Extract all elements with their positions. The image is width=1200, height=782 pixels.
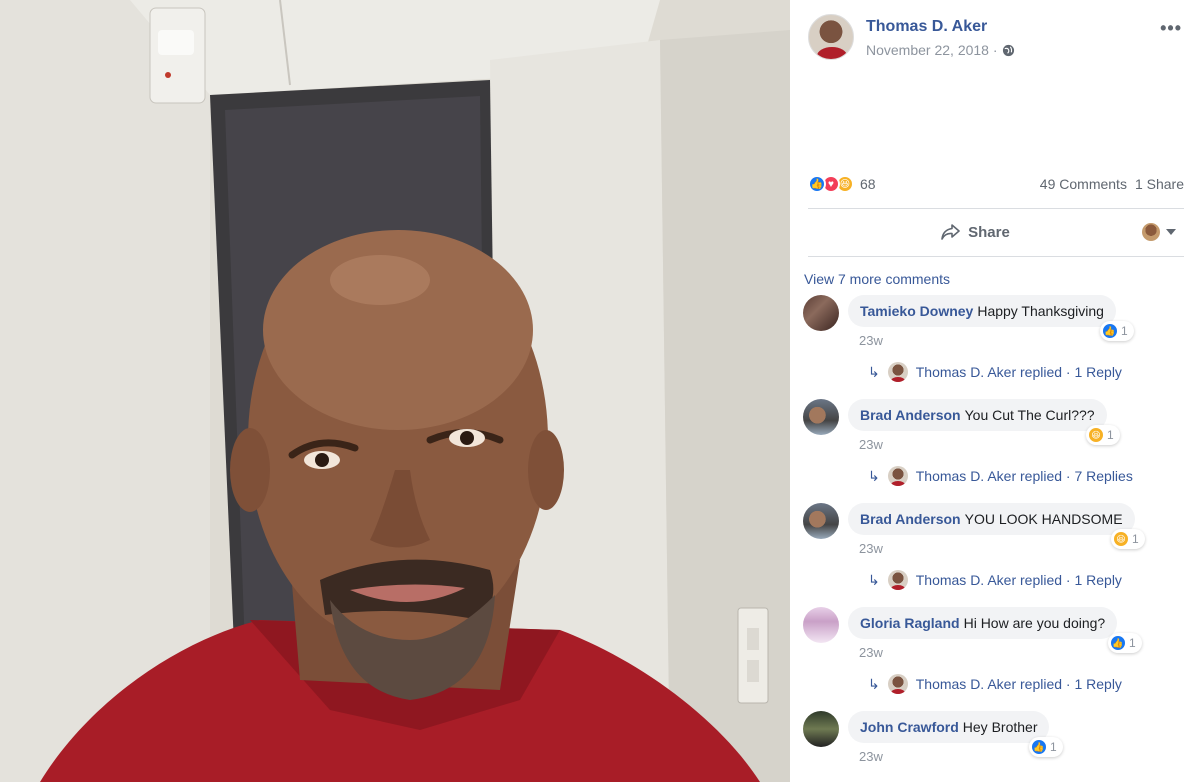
replier-avatar [887, 674, 908, 694]
commenter-avatar[interactable] [803, 607, 839, 643]
divider [808, 256, 1184, 257]
replies-text: Thomas D. Aker replied · 1 Reply [915, 364, 1122, 380]
comment-reaction-count: 1 [1050, 740, 1057, 754]
reply-arrow-icon: ↳ [868, 363, 880, 380]
comment-time[interactable]: 23w [859, 437, 883, 452]
like-icon: 👍 [1102, 323, 1118, 339]
more-icon[interactable]: ••• [1160, 18, 1182, 39]
comment-time[interactable]: 23w [859, 645, 883, 660]
comment-reactions[interactable]: 😆 1 [1111, 529, 1145, 549]
commenter-name[interactable]: John Crawford [860, 719, 959, 735]
comment-bubble: Tamieko Downey Happy Thanksgiving [848, 295, 1116, 327]
like-icon: 👍 [1110, 635, 1126, 651]
share-icon [941, 224, 960, 240]
viewer-avatar [1142, 223, 1160, 241]
author-name[interactable]: Thomas D. Aker [866, 18, 1015, 36]
replies-link[interactable]: ↳ Thomas D. Aker replied · 1 Reply [868, 570, 1122, 590]
commenter-name[interactable]: Brad Anderson [860, 407, 961, 423]
comment-bubble: Gloria Ragland Hi How are you doing? [848, 607, 1118, 639]
comment-reactions[interactable]: 👍 1 [1108, 633, 1142, 653]
comment-bubble: Brad Anderson YOU LOOK HANDSOME [848, 503, 1135, 535]
reactions-summary: 👍 ♥ 😆 68 49 Comments 1 Share [808, 172, 1184, 196]
selfie-image [0, 0, 790, 782]
commenter-name[interactable]: Tamieko Downey [860, 303, 973, 319]
view-more-comments-link[interactable]: View 7 more comments [804, 271, 950, 287]
engagement-counts: 49 Comments 1 Share [1040, 176, 1184, 192]
comment-text: Happy Thanksgiving [977, 303, 1104, 319]
replies-text: Thomas D. Aker replied · 1 Reply [915, 572, 1122, 588]
comment-bubble: Brad Anderson You Cut The Curl??? [848, 399, 1107, 431]
replies-link[interactable]: ↳ Thomas D. Aker replied · 1 Reply [868, 362, 1122, 382]
replies-link[interactable]: ↳ Thomas D. Aker replied · 1 Reply [868, 674, 1122, 694]
haha-icon: 😆 [1088, 427, 1104, 443]
replies-text: Thomas D. Aker replied · 7 Replies [915, 468, 1133, 484]
comment-time[interactable]: 23w [859, 541, 883, 556]
comment-reactions[interactable]: 😆 1 [1086, 425, 1120, 445]
share-button[interactable]: Share [808, 223, 1142, 241]
reaction-count[interactable]: 68 [860, 176, 876, 192]
divider [808, 208, 1184, 209]
replier-avatar [887, 362, 908, 382]
share-label: Share [968, 223, 1010, 241]
like-icon: 👍 [1031, 739, 1047, 755]
comment-reactions[interactable]: 👍 1 [1029, 737, 1063, 757]
post-meta: Thomas D. Aker November 22, 2018 · [866, 18, 1015, 58]
commenter-avatar[interactable] [803, 711, 839, 747]
comment-text: YOU LOOK HANDSOME [964, 511, 1123, 527]
author-avatar[interactable] [808, 14, 854, 60]
replier-avatar [887, 466, 908, 486]
comments-count[interactable]: 49 Comments [1040, 176, 1127, 192]
post-photo[interactable] [0, 0, 790, 782]
commenter-name[interactable]: Gloria Ragland [860, 615, 960, 631]
commenter-avatar[interactable] [803, 399, 839, 435]
shares-count[interactable]: 1 Share [1135, 176, 1184, 192]
post-sidebar: Thomas D. Aker November 22, 2018 · ••• 👍… [790, 0, 1200, 782]
reply-arrow-icon: ↳ [868, 467, 880, 484]
comment-bubble: John Crawford Hey Brother [848, 711, 1050, 743]
comment-text: Hi How are you doing? [963, 615, 1106, 631]
comment-time[interactable]: 23w [859, 333, 883, 348]
comment-text: You Cut The Curl??? [964, 407, 1095, 423]
replies-text: Thomas D. Aker replied · 1 Reply [915, 676, 1122, 692]
reply-arrow-icon: ↳ [868, 675, 880, 692]
reaction-icons[interactable]: 👍 ♥ 😆 68 [808, 175, 876, 193]
reply-arrow-icon: ↳ [868, 571, 880, 588]
like-icon: 👍 [808, 175, 826, 193]
post-date-text[interactable]: November 22, 2018 · [866, 42, 998, 58]
post-actions: Share [808, 212, 1184, 252]
replier-avatar [887, 570, 908, 590]
comment-text: Hey Brother [962, 719, 1038, 735]
post-date: November 22, 2018 · [866, 42, 1015, 58]
comment-reaction-count: 1 [1132, 532, 1139, 546]
globe-icon [1002, 44, 1014, 56]
caret-down-icon [1166, 229, 1176, 235]
comment-reaction-count: 1 [1129, 636, 1136, 650]
commenter-avatar[interactable] [803, 295, 839, 331]
comment-reaction-count: 1 [1107, 428, 1114, 442]
comment-reactions[interactable]: 👍 1 [1100, 321, 1134, 341]
post-header: Thomas D. Aker November 22, 2018 · [808, 14, 1015, 60]
comment-time[interactable]: 23w [859, 749, 883, 764]
replies-link[interactable]: ↳ Thomas D. Aker replied · 7 Replies [868, 466, 1133, 486]
comment-as-selector[interactable] [1142, 223, 1176, 241]
haha-icon: 😆 [1113, 531, 1129, 547]
commenter-name[interactable]: Brad Anderson [860, 511, 961, 527]
comment-reaction-count: 1 [1121, 324, 1128, 338]
commenter-avatar[interactable] [803, 503, 839, 539]
